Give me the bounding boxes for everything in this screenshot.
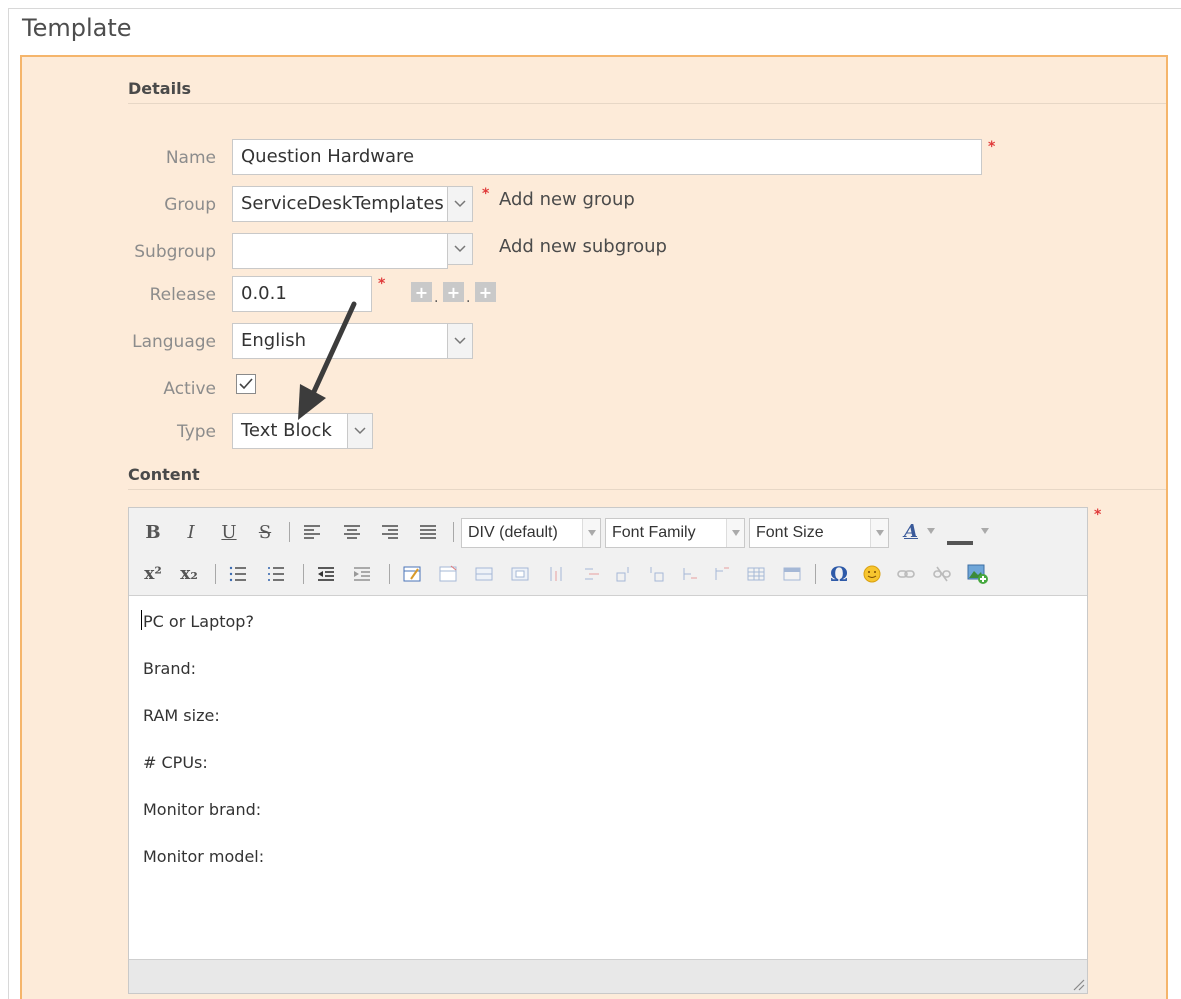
- content-required-marker: *: [1094, 507, 1102, 523]
- annotation-arrow-icon: [298, 301, 357, 420]
- editor-content-area[interactable]: PC or Laptop? Brand: RAM size: # CPUs: M…: [129, 596, 1087, 960]
- superscript-icon[interactable]: x²: [141, 562, 165, 586]
- editor-toolbar: B I U S DIV (default) Font Family Font S…: [129, 508, 1087, 596]
- link-icon[interactable]: [897, 565, 915, 583]
- split-cell-icon[interactable]: [615, 565, 633, 583]
- subgroup-dropdown-button[interactable]: [447, 233, 473, 265]
- content-line: Monitor brand:: [143, 800, 262, 819]
- release-required-marker: *: [378, 276, 386, 292]
- special-character-icon[interactable]: Ω: [827, 562, 851, 586]
- unlink-icon[interactable]: [933, 565, 951, 583]
- table-cell-icon[interactable]: [511, 565, 529, 583]
- checkmark-icon: [239, 378, 253, 390]
- group-required-marker: *: [482, 186, 490, 202]
- insert-table-icon[interactable]: [403, 565, 421, 583]
- chevron-down-icon: [582, 519, 600, 547]
- toolbar-separator: [815, 564, 816, 584]
- content-section-title: Content: [128, 465, 200, 484]
- delete-table-icon[interactable]: [439, 565, 457, 583]
- align-right-icon[interactable]: [381, 523, 399, 541]
- content-line: PC or Laptop?: [143, 612, 254, 631]
- increment-minor-button[interactable]: +: [443, 282, 464, 302]
- version-separator: .: [466, 290, 471, 306]
- chevron-down-icon: [454, 200, 466, 208]
- cell-props-icon[interactable]: [783, 565, 801, 583]
- insert-image-icon[interactable]: [967, 563, 989, 585]
- active-label: Active: [163, 379, 216, 399]
- delete-row-icon[interactable]: [681, 565, 699, 583]
- content-line: # CPUs:: [143, 753, 208, 772]
- align-center-icon[interactable]: [343, 523, 361, 541]
- subscript-icon[interactable]: x₂: [177, 562, 201, 586]
- group-dropdown-button[interactable]: [447, 186, 473, 222]
- content-line: Brand:: [143, 659, 197, 678]
- chevron-down-icon: [454, 337, 466, 345]
- add-new-subgroup-link[interactable]: Add new subgroup: [499, 236, 667, 257]
- format-select-label: DIV (default): [468, 524, 558, 541]
- subgroup-select[interactable]: [232, 233, 448, 269]
- chevron-down-icon: [870, 519, 888, 547]
- merge-cell-icon[interactable]: [647, 565, 665, 583]
- subgroup-label: Subgroup: [134, 242, 216, 262]
- background-color-icon[interactable]: [947, 541, 973, 545]
- toolbar-separator: [389, 564, 390, 584]
- active-checkbox[interactable]: [236, 374, 256, 394]
- version-separator: .: [434, 290, 439, 306]
- align-left-icon[interactable]: [303, 523, 321, 541]
- bold-icon[interactable]: B: [141, 520, 165, 544]
- toolbar-separator: [289, 522, 290, 542]
- font-family-select[interactable]: Font Family: [605, 518, 745, 548]
- chevron-down-icon[interactable]: [981, 528, 989, 534]
- content-line: RAM size:: [143, 706, 220, 725]
- increment-patch-button[interactable]: +: [475, 282, 496, 302]
- rich-text-editor: B I U S DIV (default) Font Family Font S…: [128, 507, 1088, 994]
- resize-handle-icon[interactable]: [1071, 977, 1085, 991]
- release-label: Release: [149, 285, 216, 305]
- italic-icon[interactable]: I: [179, 520, 203, 544]
- chevron-down-icon: [354, 427, 366, 435]
- toolbar-separator: [303, 564, 304, 584]
- table-props-icon[interactable]: [747, 565, 765, 583]
- chevron-down-icon[interactable]: [927, 528, 935, 534]
- language-dropdown-button[interactable]: [447, 323, 473, 359]
- emoticon-icon[interactable]: [863, 565, 881, 583]
- content-divider: [128, 489, 1166, 490]
- delete-column-icon[interactable]: [713, 565, 731, 583]
- format-select[interactable]: DIV (default): [461, 518, 601, 548]
- numbered-list-icon[interactable]: [267, 565, 285, 583]
- type-label: Type: [176, 422, 216, 442]
- editor-status-bar: [129, 959, 1087, 993]
- align-justify-icon[interactable]: [419, 523, 437, 541]
- content-line: Monitor model:: [143, 847, 265, 866]
- insert-column-icon[interactable]: [547, 565, 565, 583]
- page-title: Template: [22, 14, 132, 42]
- underline-icon[interactable]: U: [217, 520, 241, 544]
- details-divider: [128, 103, 1166, 104]
- chevron-down-icon: [454, 245, 466, 253]
- increment-major-button[interactable]: +: [411, 282, 432, 302]
- name-label: Name: [165, 148, 216, 168]
- text-cursor: [141, 610, 142, 630]
- bullet-list-icon[interactable]: [229, 565, 247, 583]
- font-size-select[interactable]: Font Size: [749, 518, 889, 548]
- table-row-icon[interactable]: [475, 565, 493, 583]
- strikethrough-icon[interactable]: S: [253, 520, 277, 544]
- toolbar-separator: [453, 522, 454, 542]
- name-required-marker: *: [988, 139, 996, 155]
- chevron-down-icon: [726, 519, 744, 547]
- group-label: Group: [164, 195, 216, 215]
- language-label: Language: [132, 332, 216, 352]
- details-section-title: Details: [128, 79, 192, 98]
- name-input[interactable]: Question Hardware: [232, 139, 982, 175]
- font-family-select-label: Font Family: [612, 524, 696, 541]
- group-select[interactable]: ServiceDeskTemplates: [232, 186, 448, 222]
- add-new-group-link[interactable]: Add new group: [499, 189, 635, 210]
- indent-icon[interactable]: [353, 565, 371, 583]
- outdent-icon[interactable]: [317, 565, 335, 583]
- text-color-icon[interactable]: A: [899, 518, 923, 544]
- insert-row-icon[interactable]: [583, 565, 601, 583]
- font-size-select-label: Font Size: [756, 524, 824, 541]
- toolbar-separator: [215, 564, 216, 584]
